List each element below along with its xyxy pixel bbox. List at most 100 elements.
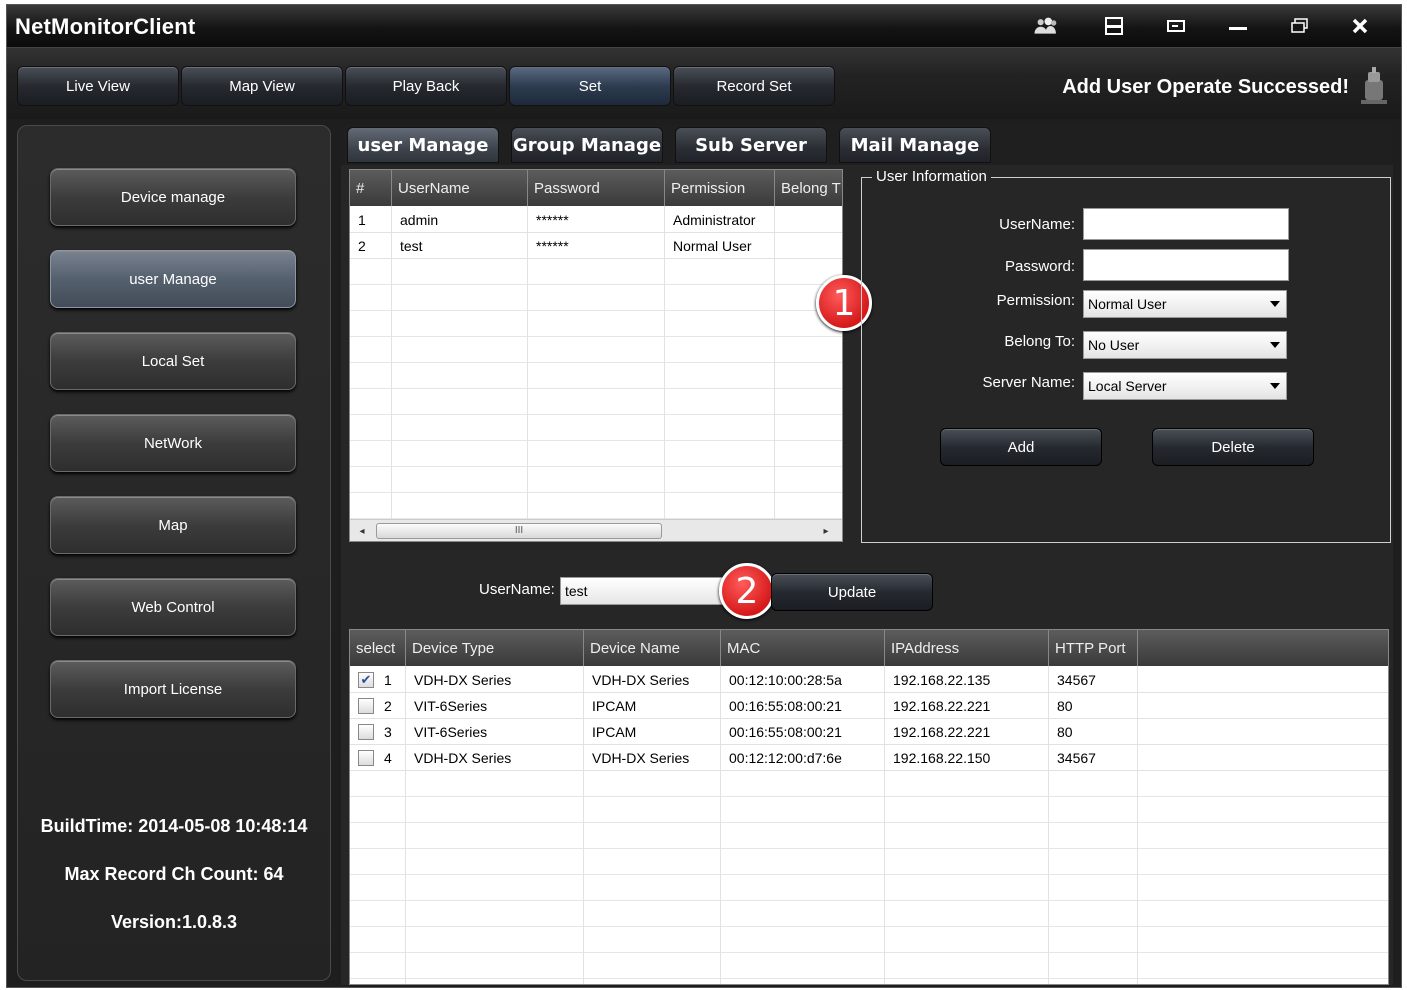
table-cell: 1 xyxy=(350,207,392,232)
empty-row xyxy=(350,389,842,415)
column-header[interactable]: # xyxy=(350,170,392,206)
max-record-count: Max Record Ch Count: 64 xyxy=(64,864,284,884)
table-cell xyxy=(775,207,842,232)
table-cell: Normal User xyxy=(665,233,775,258)
tab-map-view[interactable]: Map View xyxy=(181,66,343,106)
sidebar-item-web-control[interactable]: Web Control xyxy=(50,578,296,636)
table-row[interactable]: 3 VIT-6Series IPCAM 00:16:55:08:00:21 192.16… xyxy=(350,719,1388,745)
add-button[interactable]: Add xyxy=(940,428,1102,466)
row-checkbox[interactable] xyxy=(358,723,374,740)
tab-set[interactable]: Set xyxy=(509,66,671,106)
build-time: BuildTime: 2014-05-08 10:48:14 xyxy=(40,816,308,836)
table-row[interactable]: 1 admin ****** Administrator xyxy=(350,207,842,233)
sidebar-item-device-manage[interactable]: Device manage xyxy=(50,168,296,226)
column-header[interactable]: Device Type xyxy=(406,630,584,666)
scroll-left-icon[interactable]: ◂ xyxy=(354,523,370,539)
empty-row xyxy=(350,337,842,363)
empty-row xyxy=(350,875,1388,901)
column-header[interactable]: select xyxy=(350,630,406,666)
column-line xyxy=(720,666,721,984)
column-header[interactable]: UserName xyxy=(392,170,528,206)
tab-mail-manage[interactable]: Mail Manage xyxy=(839,127,991,163)
tab-record-set[interactable]: Record Set xyxy=(673,66,835,106)
empty-row xyxy=(350,493,842,519)
empty-row xyxy=(350,311,842,337)
password-field[interactable] xyxy=(1083,249,1289,281)
user-table-header: # UserName Password Permission Belong T xyxy=(350,170,842,206)
table-row[interactable]: 2 VIT-6Series IPCAM 00:16:55:08:00:21 192.16… xyxy=(350,693,1388,719)
empty-row xyxy=(350,285,842,311)
close-icon[interactable] xyxy=(1347,13,1373,39)
empty-row xyxy=(350,953,1388,979)
sidebar-item-user-manage[interactable]: user Manage xyxy=(50,250,296,308)
tab-play-back[interactable]: Play Back xyxy=(345,66,507,106)
row-number: 2 xyxy=(384,697,392,714)
user-information-group: User Information UserName: Password: Per… xyxy=(861,168,1391,543)
column-line xyxy=(391,206,392,519)
column-line xyxy=(774,206,775,519)
username-field[interactable] xyxy=(1083,208,1289,240)
empty-row xyxy=(350,441,842,467)
table-cell: admin xyxy=(392,207,528,232)
row-checkbox[interactable] xyxy=(358,697,374,714)
table-cell: 192.168.22.150 xyxy=(885,745,1049,770)
server-name-select[interactable]: Local Server xyxy=(1083,372,1287,400)
column-header[interactable]: Belong T xyxy=(775,170,842,206)
belong-to-label: Belong To: xyxy=(1004,333,1075,350)
sub-tabs: user Manage Group Manage Sub Server Mail… xyxy=(341,125,1393,165)
maximize-icon[interactable] xyxy=(1287,13,1313,39)
table-row[interactable]: ✔ 1 VDH-DX Series VDH-DX Series 00:12:10:00:… xyxy=(350,667,1388,693)
table-cell: Administrator xyxy=(665,207,775,232)
minimize-icon[interactable] xyxy=(1225,13,1251,39)
tab-group-manage[interactable]: Group Manage xyxy=(511,127,663,163)
tab-user-manage[interactable]: user Manage xyxy=(347,127,499,163)
scroll-right-icon[interactable]: ▸ xyxy=(818,523,834,539)
delete-button[interactable]: Delete xyxy=(1152,428,1314,466)
empty-row xyxy=(350,259,842,285)
column-header[interactable]: MAC xyxy=(721,630,885,666)
annotation-marker-2: 2 xyxy=(719,563,775,619)
restore-icon[interactable] xyxy=(1163,13,1189,39)
main-nav: Live View Map View Play Back Set Record … xyxy=(7,47,1401,119)
column-header[interactable]: HTTP Port xyxy=(1049,630,1138,666)
column-header[interactable]: IPAddress xyxy=(885,630,1049,666)
column-header[interactable]: Device Name xyxy=(584,630,721,666)
table-cell: VIT-6Series xyxy=(406,719,584,744)
minimize-to-tray-icon[interactable] xyxy=(1101,13,1127,39)
table-cell: 00:16:55:08:00:21 xyxy=(721,719,885,744)
chevron-down-icon xyxy=(1270,301,1280,307)
table-row[interactable]: 4 VDH-DX Series VDH-DX Series 00:12:12:00:d… xyxy=(350,745,1388,771)
column-line xyxy=(527,206,528,519)
permission-select[interactable]: Normal User xyxy=(1083,290,1287,318)
empty-row xyxy=(350,771,1388,797)
sidebar-item-local-set[interactable]: Local Set xyxy=(50,332,296,390)
table-cell: 80 xyxy=(1049,693,1138,718)
row-checkbox[interactable] xyxy=(358,749,374,766)
column-header[interactable]: Permission xyxy=(665,170,775,206)
sidebar-item-network[interactable]: NetWork xyxy=(50,414,296,472)
tab-sub-server[interactable]: Sub Server xyxy=(675,127,827,163)
belong-to-select[interactable]: No User xyxy=(1083,331,1287,359)
column-header[interactable]: Password xyxy=(528,170,665,206)
horizontal-scrollbar[interactable]: ◂ III ▸ xyxy=(350,519,842,541)
sidebar-item-map[interactable]: Map xyxy=(50,496,296,554)
row-checkbox[interactable]: ✔ xyxy=(358,671,374,688)
user-table[interactable]: # UserName Password Permission Belong T … xyxy=(349,169,843,542)
table-cell: VDH-DX Series xyxy=(584,745,721,770)
column-line xyxy=(664,206,665,519)
version: Version:1.0.8.3 xyxy=(110,912,238,932)
table-row[interactable]: 2 test ****** Normal User xyxy=(350,233,842,259)
update-button[interactable]: Update xyxy=(771,573,933,611)
device-table[interactable]: select Device Type Device Name MAC IPAdd… xyxy=(349,629,1389,985)
update-username-field[interactable] xyxy=(560,577,726,605)
permission-label: Permission: xyxy=(996,292,1075,309)
empty-row xyxy=(350,823,1388,849)
table-cell xyxy=(775,233,842,258)
status-robot-icon xyxy=(1359,66,1389,106)
sidebar-item-import-license[interactable]: Import License xyxy=(50,660,296,718)
users-icon[interactable] xyxy=(1033,13,1059,39)
tab-live-view[interactable]: Live View xyxy=(17,66,179,106)
password-label: Password: xyxy=(1004,258,1075,275)
scrollbar-thumb[interactable]: III xyxy=(376,523,662,539)
server-name-value: Local Server xyxy=(1088,378,1167,394)
